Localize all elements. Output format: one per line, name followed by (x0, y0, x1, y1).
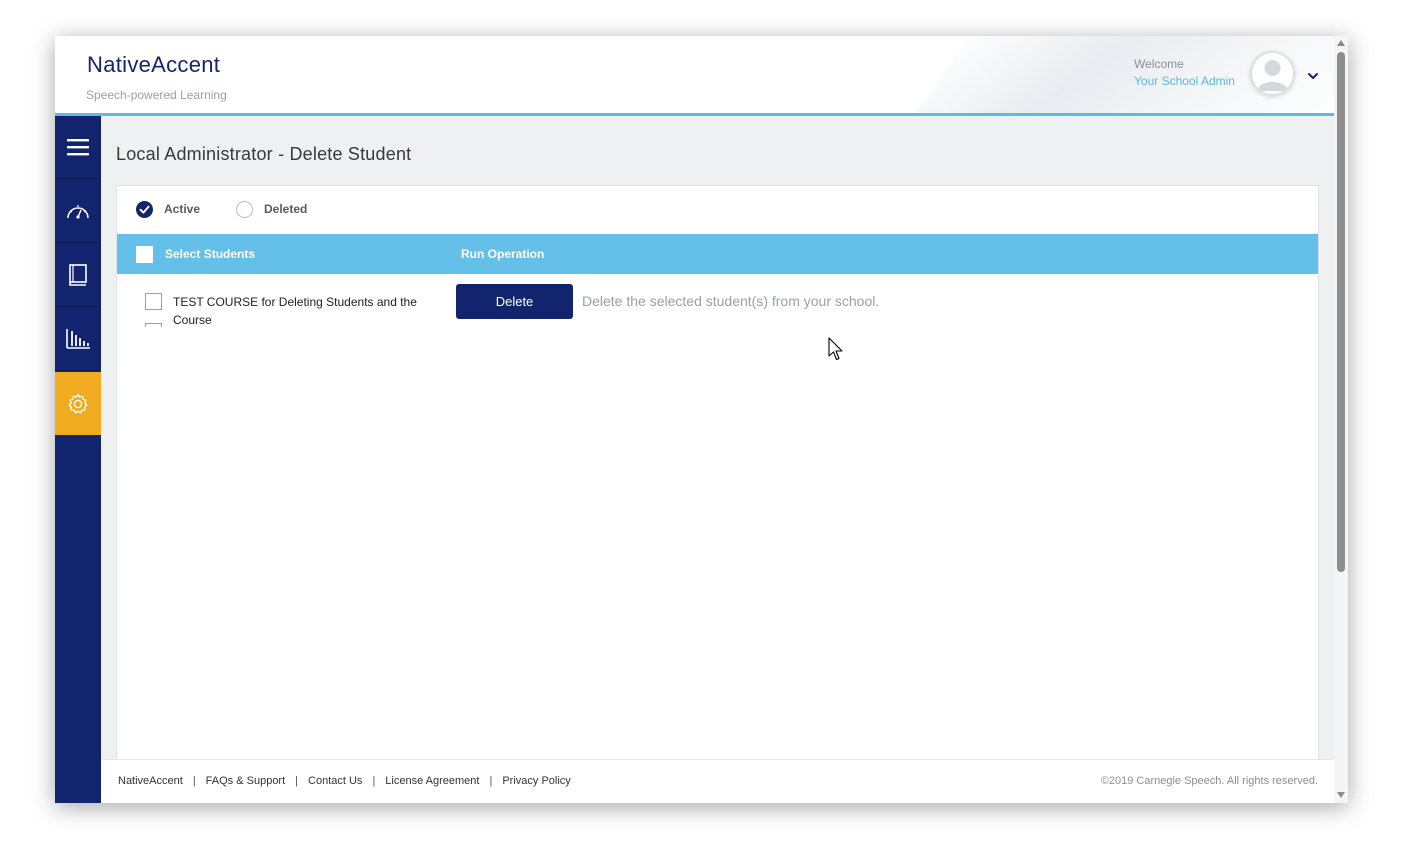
footer-link-nativeaccent[interactable]: NativeAccent (118, 775, 183, 787)
operation-description: Delete the selected student(s) from your… (582, 293, 880, 309)
brand-tagline: Speech-powered Learning (86, 88, 227, 102)
checkmark-icon (139, 205, 150, 214)
delete-button[interactable]: Delete (456, 284, 573, 319)
user-avatar-icon (1257, 60, 1288, 91)
radio-deleted[interactable] (236, 201, 253, 218)
sidebar-item-settings[interactable] (55, 372, 101, 435)
vertical-scrollbar[interactable] (1334, 36, 1348, 803)
avatar[interactable] (1250, 51, 1295, 96)
header: NativeAccent Speech-powered Learning Wel… (55, 36, 1334, 116)
scroll-thumb[interactable] (1337, 52, 1345, 572)
footer-link-contact[interactable]: Contact Us (308, 775, 362, 787)
column-select-students: Select Students (165, 247, 256, 261)
scroll-up-arrow-icon[interactable] (1337, 40, 1345, 46)
menu-icon (67, 139, 89, 156)
radio-active-label[interactable]: Active (164, 202, 200, 216)
bar-chart-icon (66, 329, 90, 349)
footer-link-faqs[interactable]: FAQs & Support (206, 775, 285, 787)
welcome-text: Welcome (1134, 57, 1184, 71)
select-all-checkbox[interactable] (136, 246, 153, 263)
scroll-down-arrow-icon[interactable] (1337, 792, 1345, 798)
brand-logo[interactable]: NativeAccent (87, 52, 220, 78)
gear-icon (68, 393, 88, 413)
sidebar (55, 116, 101, 803)
footer: NativeAccent | FAQs & Support | Contact Us | L… (101, 759, 1334, 803)
delete-student-panel: Active Deleted Select Students Run Opera… (116, 185, 1319, 775)
sidebar-item-dashboard[interactable] (55, 180, 101, 243)
table-header: Select Students Run Operation (117, 234, 1318, 274)
radio-active[interactable] (136, 201, 153, 218)
footer-separator: | (372, 775, 376, 787)
student-row-label: TEST COURSE for Deleting Students and th… (173, 295, 417, 327)
book-icon (69, 264, 87, 286)
footer-separator: | (489, 775, 493, 787)
sidebar-item-reports[interactable] (55, 308, 101, 371)
column-run-operation: Run Operation (461, 247, 545, 261)
status-filter: Active Deleted (117, 186, 1318, 234)
footer-link-license[interactable]: License Agreement (385, 775, 479, 787)
radio-deleted-label[interactable]: Deleted (264, 202, 307, 216)
student-row-checkbox-next[interactable] (145, 323, 162, 327)
footer-separator: | (295, 775, 299, 787)
footer-separator: | (192, 775, 196, 787)
sidebar-item-courses[interactable] (55, 244, 101, 307)
app-window: NativeAccent Speech-powered Learning Wel… (55, 36, 1348, 803)
copyright-text: ©2019 Carnegie Speech. All rights reserv… (1100, 775, 1318, 787)
page-title: Local Administrator - Delete Student (116, 144, 412, 164)
sidebar-item-menu[interactable] (55, 116, 101, 179)
main-content: Local Administrator - Delete Student Act… (101, 116, 1334, 803)
chevron-down-icon[interactable] (1306, 69, 1320, 83)
student-row-checkbox[interactable] (145, 293, 162, 310)
user-name[interactable]: Your School Admin (1134, 74, 1235, 88)
dashboard-icon (67, 205, 89, 219)
footer-link-privacy[interactable]: Privacy Policy (502, 775, 570, 787)
mouse-pointer-icon (828, 337, 843, 361)
footer-links: NativeAccent | FAQs & Support | Contact Us | L… (118, 775, 571, 787)
